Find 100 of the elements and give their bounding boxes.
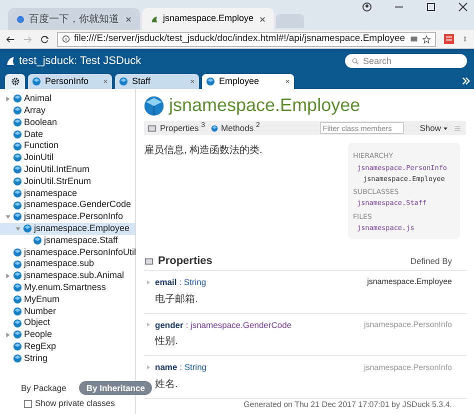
tree-item[interactable]: RegExp bbox=[0, 340, 135, 353]
maximize-icon bbox=[426, 2, 436, 12]
tree-item[interactable]: jsnamespace.PersonInfoUtil bbox=[0, 246, 135, 258]
section-heading: Properties bbox=[158, 254, 214, 270]
tree-item[interactable]: Date bbox=[0, 128, 135, 140]
member-description: 性别. bbox=[154, 334, 179, 350]
star-icon bbox=[422, 34, 431, 44]
tree-item[interactable]: jsnamespace bbox=[0, 187, 135, 200]
tree-item[interactable]: JoinUtil.StrEnum bbox=[0, 176, 135, 188]
class-icon bbox=[13, 212, 22, 222]
close-icon bbox=[259, 16, 266, 22]
close-icon bbox=[285, 79, 290, 84]
more-tabs-icon bbox=[462, 77, 470, 85]
list-icon bbox=[454, 124, 461, 132]
class-icon bbox=[13, 118, 22, 127]
class-icon bbox=[33, 236, 42, 245]
tree-item[interactable]: MyEnum bbox=[0, 294, 135, 306]
tree-item[interactable]: Array bbox=[0, 104, 135, 117]
tree-item[interactable]: JoinUtil.IntEnum bbox=[0, 164, 135, 176]
class-icon bbox=[13, 188, 22, 198]
expand-arrow-icon bbox=[5, 96, 11, 102]
settings-icon bbox=[10, 77, 20, 86]
member-description: 电子邮箱. bbox=[154, 292, 199, 306]
tree-item[interactable]: People bbox=[0, 328, 135, 341]
class-icon bbox=[119, 77, 128, 86]
expand-arrow-icon bbox=[5, 332, 11, 338]
tree-item[interactable]: jsnamespace.sub bbox=[0, 258, 135, 270]
class-icon bbox=[13, 248, 22, 257]
tree-item[interactable]: Object bbox=[0, 317, 135, 329]
doc-tab[interactable]: Staff bbox=[115, 74, 199, 89]
expand-arrow-icon bbox=[146, 280, 151, 285]
doc-tab[interactable]: Employee bbox=[202, 74, 294, 89]
view-toggle[interactable]: By Inheritance bbox=[79, 380, 152, 396]
class-icon bbox=[13, 260, 22, 269]
class-icon bbox=[206, 77, 215, 86]
expand-arrow-icon bbox=[5, 272, 11, 279]
tree-item[interactable]: My.enum.Smartness bbox=[0, 282, 135, 294]
class-icon bbox=[13, 106, 22, 116]
close-icon bbox=[125, 16, 132, 22]
column-heading: Defined By bbox=[410, 255, 452, 268]
class-icon bbox=[13, 142, 22, 151]
class-icon bbox=[13, 306, 22, 316]
extension-icon bbox=[444, 34, 454, 44]
expand-arrow-icon bbox=[146, 365, 151, 370]
member-owner-link[interactable]: jsnamespace.Employee bbox=[367, 276, 452, 288]
close-icon bbox=[103, 79, 108, 84]
class-icon bbox=[13, 354, 22, 363]
tree-item[interactable]: Boolean bbox=[0, 116, 135, 128]
tree-item[interactable]: jsnamespace.PersonInfo bbox=[0, 210, 135, 223]
properties-icon bbox=[147, 124, 157, 132]
class-icon bbox=[13, 283, 22, 292]
site-title: test_jsduck: Test JSDuck bbox=[19, 54, 142, 69]
checkbox[interactable] bbox=[24, 400, 32, 408]
leaf-icon bbox=[150, 14, 159, 24]
tree-item[interactable]: JoinUtil bbox=[0, 152, 135, 164]
class-icon bbox=[13, 200, 22, 210]
toolbar-link[interactable]: Methods $^{2}$ bbox=[221, 122, 260, 134]
class-icon bbox=[13, 330, 22, 340]
properties-icon bbox=[144, 257, 154, 266]
member-description: 姓名. bbox=[154, 378, 179, 392]
tree-item[interactable]: jsnamespace.GenderCode bbox=[0, 199, 135, 211]
tree-item[interactable]: Function bbox=[0, 140, 135, 152]
expand-arrow-icon bbox=[146, 322, 151, 328]
class-title: jsnamespace.Employee bbox=[169, 94, 360, 117]
class-icon bbox=[13, 153, 22, 162]
profile-icon bbox=[362, 2, 372, 12]
browser-tab[interactable]: jsnamespace.Employe bbox=[142, 8, 274, 30]
menu-icon bbox=[462, 34, 468, 44]
tree-item[interactable]: jsnamespace.Staff bbox=[0, 234, 135, 246]
tree-item[interactable]: Animal bbox=[0, 93, 135, 105]
class-icon bbox=[13, 342, 22, 352]
class-icon bbox=[23, 224, 32, 234]
show-dropdown[interactable]: Show bbox=[420, 122, 448, 134]
forward-icon bbox=[23, 34, 32, 44]
tree-item[interactable]: String bbox=[0, 352, 135, 364]
class-icon bbox=[13, 318, 22, 328]
address-field[interactable]: file:///E:/server/jsduck/test_jsduck/doc/index.html#!/api/jsnamespace.Employee bbox=[57, 32, 436, 46]
view-toggle[interactable]: By Package bbox=[14, 380, 74, 396]
class-icon bbox=[13, 130, 22, 139]
class-icon bbox=[13, 165, 22, 174]
tree-item[interactable]: Number bbox=[0, 305, 135, 318]
class-icon bbox=[32, 77, 41, 86]
footer-text: Generated on Thu 21 Dec 2017 17:07:01 by JSDuck 5.3.4. bbox=[242, 399, 453, 411]
class-icon bbox=[13, 176, 22, 186]
tree-item[interactable]: jsnamespace.sub.Animal bbox=[0, 270, 135, 282]
checkbox-label: Show private classes bbox=[35, 397, 115, 410]
close-icon bbox=[190, 79, 195, 84]
settings-button[interactable] bbox=[5, 74, 25, 89]
tree-item[interactable]: jsnamespace.Employee bbox=[0, 222, 135, 235]
search-icon bbox=[352, 58, 359, 66]
browser-tab[interactable]: 百度一下，你就知道 bbox=[8, 8, 140, 30]
doc-tab[interactable]: PersonInfo bbox=[28, 74, 112, 89]
class-icon bbox=[13, 94, 22, 104]
member-signature: gender : jsnamespace.GenderCode bbox=[155, 318, 293, 332]
member-signature: email : String bbox=[155, 276, 208, 288]
back-icon bbox=[6, 34, 15, 44]
class-icon bbox=[13, 271, 22, 280]
toolbar-link[interactable]: Properties $^{3}$ bbox=[160, 122, 206, 134]
close-icon bbox=[458, 2, 468, 12]
search-field[interactable]: Search bbox=[345, 54, 467, 68]
